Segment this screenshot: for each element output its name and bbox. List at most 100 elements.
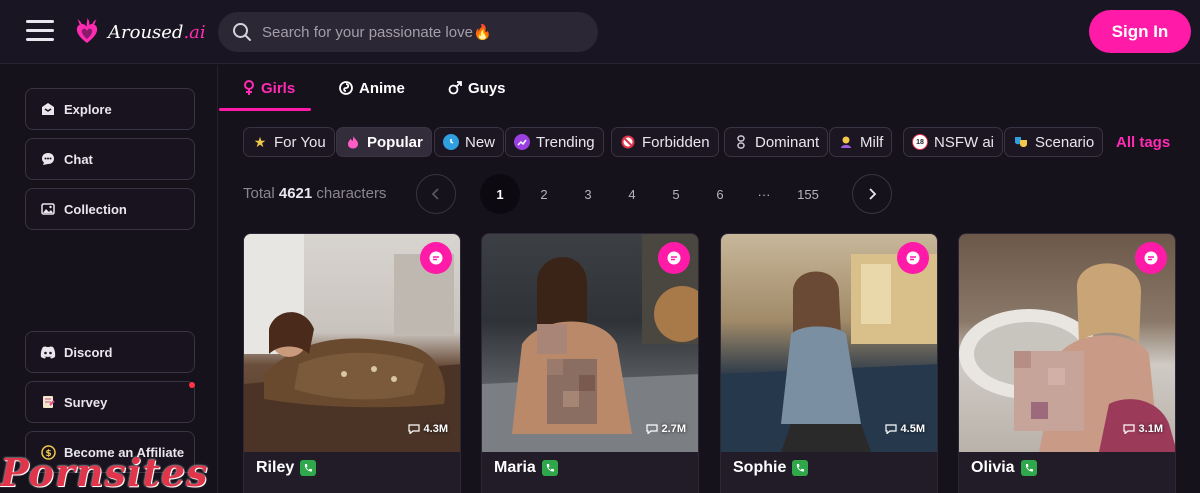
tag-label: Dominant (755, 133, 820, 151)
tab-label: Guys (468, 79, 506, 97)
sign-in-button[interactable]: Sign In (1089, 10, 1191, 53)
search-icon (233, 23, 251, 41)
tag-label: Popular (367, 133, 423, 151)
character-name: Maria (494, 459, 558, 477)
chevron-left-icon (431, 188, 439, 200)
chat-icon (667, 251, 681, 265)
sidebar-item-label: Survey (64, 394, 108, 410)
tag-forbidden[interactable]: Forbidden (611, 127, 719, 157)
view-count: 4.5M (884, 423, 925, 435)
fire-icon (345, 134, 361, 150)
tag-label: Milf (860, 133, 884, 151)
page-button[interactable]: 4 (612, 174, 652, 214)
search-input[interactable] (262, 23, 582, 41)
character-card[interactable]: 3.1M Olivia (958, 233, 1176, 493)
menu-icon[interactable] (26, 20, 54, 42)
woman-icon (838, 134, 854, 150)
character-card[interactable]: 4.5M Sophie (720, 233, 938, 493)
chat-button[interactable] (658, 242, 690, 274)
sidebar-item-label: Collection (64, 201, 127, 217)
chat-button[interactable] (897, 242, 929, 274)
tag-nsfw-ai[interactable]: 18 NSFW ai (903, 127, 1003, 157)
tag-label: New (465, 133, 496, 151)
sidebar-item-discord[interactable]: Discord (25, 331, 195, 373)
all-tags-link[interactable]: All tags (1116, 134, 1170, 151)
character-card[interactable]: 4.3M Riley (243, 233, 461, 493)
chat-count-icon (884, 424, 897, 434)
sidebar-item-collection[interactable]: Collection (25, 188, 195, 230)
notification-dot (189, 382, 195, 388)
tag-new[interactable]: New (434, 127, 505, 157)
tab-girls[interactable]: Girls (243, 65, 295, 111)
tag-milf[interactable]: Milf (829, 127, 893, 157)
male-icon (448, 81, 462, 95)
chain-icon (733, 134, 749, 150)
discord-icon (40, 344, 56, 360)
watermark: Pornsites (0, 450, 209, 493)
page-button[interactable]: 3 (568, 174, 608, 214)
page-ellipsis[interactable]: ··· (744, 174, 784, 214)
search-bar[interactable] (218, 12, 598, 52)
female-icon (244, 80, 254, 95)
view-count: 2.7M (645, 423, 686, 435)
tab-guys[interactable]: Guys (448, 65, 506, 111)
explore-icon (40, 101, 56, 117)
masks-icon (1013, 134, 1029, 150)
character-name: Olivia (971, 459, 1037, 477)
tab-label: Girls (261, 79, 296, 97)
tag-label: NSFW ai (934, 133, 994, 151)
survey-icon (40, 394, 56, 410)
page-button[interactable]: 5 (656, 174, 696, 214)
view-count: 4.3M (407, 423, 448, 435)
view-count: 3.1M (1122, 423, 1163, 435)
tag-trending[interactable]: Trending (505, 127, 604, 157)
chevron-right-icon (869, 188, 877, 200)
tag-dominant[interactable]: Dominant (724, 127, 829, 157)
tag-popular[interactable]: Popular (336, 127, 432, 157)
prev-page-button[interactable] (416, 174, 456, 214)
character-name: Sophie (733, 459, 809, 477)
forbidden-icon (620, 134, 636, 150)
logo-text: Aroused.ai (108, 21, 206, 43)
chat-button[interactable] (420, 242, 452, 274)
tag-for-you[interactable]: ★ For You (243, 127, 335, 157)
page-button[interactable]: 6 (700, 174, 740, 214)
chat-button[interactable] (1135, 242, 1167, 274)
sidebar-item-explore[interactable]: Explore (25, 88, 195, 130)
collection-icon (40, 201, 56, 217)
chat-icon (906, 251, 920, 265)
chat-icon (40, 151, 56, 167)
phone-icon (1020, 460, 1037, 476)
phone-icon (541, 460, 558, 476)
tab-label: Anime (359, 79, 405, 97)
total-characters: Total 4621 characters (243, 185, 387, 202)
tab-anime[interactable]: Anime (339, 65, 405, 111)
18-icon: 18 (912, 134, 928, 150)
sidebar-item-label: Discord (64, 344, 113, 360)
logo-heart-icon (76, 18, 98, 43)
chat-count-icon (407, 424, 420, 434)
chat-icon (1144, 251, 1158, 265)
page-button[interactable]: 1 (480, 174, 520, 214)
character-card[interactable]: 2.7M Maria (481, 233, 699, 493)
tag-label: For You (274, 133, 326, 151)
tag-label: Forbidden (642, 133, 710, 151)
logo[interactable]: Aroused.ai (72, 16, 206, 48)
clock-icon (443, 134, 459, 150)
top-header: Aroused.ai Sign In (0, 0, 1200, 64)
sidebar: Explore Chat Collection Discord Survey $… (0, 65, 218, 493)
star-icon: ★ (253, 133, 267, 150)
chat-count-icon (1122, 424, 1135, 434)
sidebar-item-label: Explore (64, 101, 112, 117)
next-page-button[interactable] (852, 174, 892, 214)
trend-icon (514, 134, 530, 150)
phone-icon (300, 460, 317, 476)
page-button[interactable]: 155 (788, 174, 828, 214)
phone-icon (792, 460, 809, 476)
tag-label: Scenario (1035, 133, 1095, 151)
sidebar-item-chat[interactable]: Chat (25, 138, 195, 180)
chat-icon (429, 251, 443, 265)
sidebar-item-survey[interactable]: Survey (25, 381, 195, 423)
page-button[interactable]: 2 (524, 174, 564, 214)
tag-scenario[interactable]: Scenario (1004, 127, 1104, 157)
